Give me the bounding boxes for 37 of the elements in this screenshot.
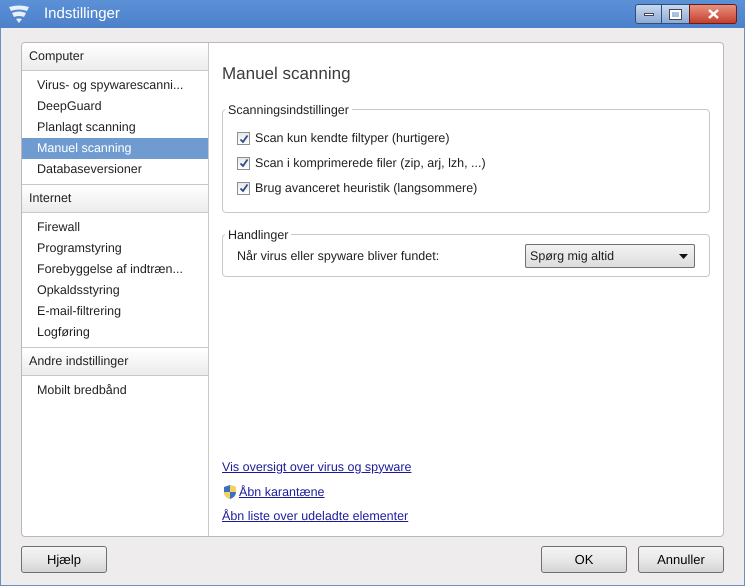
app-logo-icon [8, 5, 30, 23]
checkbox-label: Scan kun kendte filtyper (hurtigere) [255, 130, 450, 148]
checkbox[interactable] [237, 182, 250, 195]
sidebar-group-header: Computer [22, 43, 208, 71]
close-icon [708, 9, 718, 19]
sidebar-item[interactable]: Firewall [22, 217, 208, 238]
action-dropdown[interactable]: Spørg mig altid [525, 244, 695, 268]
checkbox-label: Brug avanceret heuristik (langsommere) [255, 180, 478, 197]
checkbox-label: Scan i komprimerede filer (zip, arj, lzh, ...) [255, 155, 486, 172]
page-title: Manuel scanning [222, 63, 352, 85]
dialog-button[interactable]: OK [541, 546, 627, 573]
sidebar-item[interactable]: E-mail-filtrering [22, 301, 208, 322]
checkbox[interactable] [237, 156, 250, 170]
sidebar-item[interactable]: Databaseversioner [22, 159, 208, 180]
checkbox[interactable] [237, 132, 250, 146]
group-legend: Handlinger [225, 226, 292, 244]
sidebar-item[interactable]: Virus- og spywarescanni... [22, 75, 208, 96]
link[interactable]: Åbn liste over udeladte elementer [222, 507, 408, 526]
minimize-button[interactable] [635, 4, 662, 24]
sidebar-item[interactable]: Programstyring [22, 238, 208, 259]
group-legend: Scanningsindstillinger [225, 100, 352, 120]
sidebar-item[interactable]: Logføring [22, 322, 208, 343]
sidebar-item[interactable]: Forebyggelse af indtræn... [22, 259, 208, 280]
link[interactable]: Vis oversigt over virus og spyware [222, 458, 412, 476]
close-button[interactable] [689, 4, 737, 24]
sidebar-item[interactable]: Opkaldsstyring [22, 280, 208, 301]
link[interactable]: Åbn karantæne [239, 482, 324, 502]
dialog-button[interactable]: Annuller [638, 546, 724, 573]
window-title: Indstillinger [44, 4, 120, 24]
dialog-button[interactable]: Hjælp [21, 546, 107, 573]
maximize-button[interactable] [662, 4, 689, 24]
sidebar-item[interactable]: Mobilt bredbånd [22, 380, 208, 401]
dropdown-caret-icon [679, 254, 688, 259]
sidebar-item[interactable]: DeepGuard [22, 96, 208, 117]
action-label: Når virus eller spyware bliver fundet: [237, 248, 440, 265]
shield-icon [222, 484, 238, 500]
sidebar-item[interactable]: Planlagt scanning [22, 117, 208, 138]
